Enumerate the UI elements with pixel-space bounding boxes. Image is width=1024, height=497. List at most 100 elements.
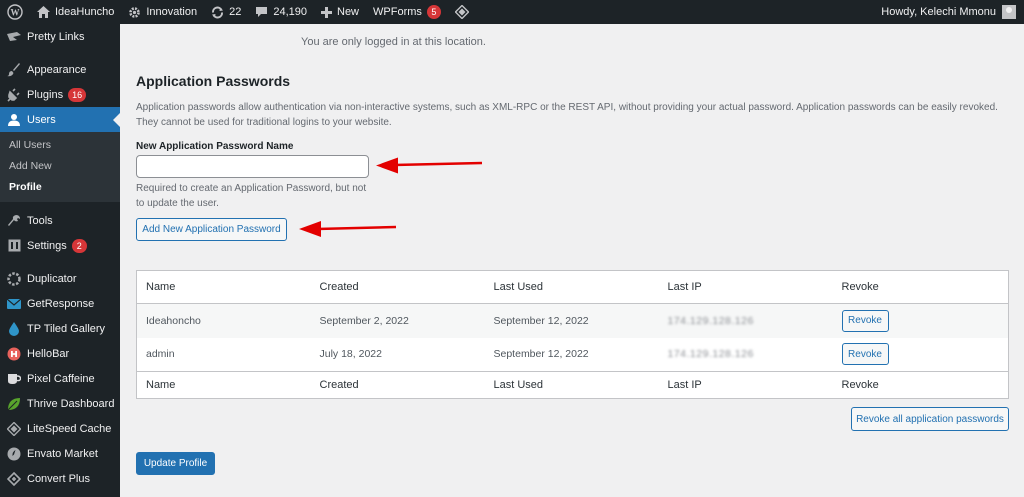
- menu-label: Tools: [27, 214, 53, 227]
- menu-label: LiteSpeed Cache: [27, 422, 112, 435]
- menu-tp-tiled-gallery[interactable]: TP Tiled Gallery: [0, 316, 120, 341]
- column-footer-created: Created: [310, 371, 485, 399]
- submenu-add-new[interactable]: Add New: [0, 156, 120, 177]
- app-password-name-input[interactable]: [136, 155, 369, 178]
- menu-users[interactable]: Users: [0, 107, 120, 132]
- diamond-icon: [454, 5, 469, 19]
- column-header-last-ip: Last IP: [658, 270, 833, 304]
- cell-name: admin: [146, 348, 175, 361]
- revoke-all-button[interactable]: Revoke all application passwords: [851, 407, 1009, 431]
- app-password-name-label: New Application Password Name: [136, 141, 294, 152]
- menu-label: HelloBar: [27, 347, 70, 360]
- new-content-link[interactable]: New: [314, 0, 366, 24]
- submenu-all-users[interactable]: All Users: [0, 135, 120, 156]
- menu-settings[interactable]: Settings 2: [0, 233, 120, 258]
- menu-label: Envato Market: [27, 447, 98, 460]
- update-profile-button[interactable]: Update Profile: [136, 452, 215, 475]
- revoke-button[interactable]: Revoke: [841, 343, 889, 366]
- settings-icon: [7, 239, 21, 253]
- menu-litespeed-cache[interactable]: LiteSpeed Cache: [0, 416, 120, 441]
- column-footer-name: Name: [136, 371, 311, 399]
- updates-link[interactable]: 22: [204, 0, 248, 24]
- revoke-button[interactable]: Revoke: [841, 309, 889, 332]
- site-name-link[interactable]: IdeaHuncho: [30, 0, 121, 24]
- settings-badge: 2: [71, 238, 87, 253]
- cell-name: Ideahoncho: [136, 303, 311, 338]
- cell-last-ip: 174.129.128.126: [659, 338, 833, 372]
- column-footer-last-used: Last Used: [484, 371, 659, 399]
- admin-bar: W IdeaHuncho Innovation 22 24,190 New WP…: [0, 0, 1024, 24]
- cell-revoke: Revoke: [832, 303, 1009, 338]
- customize-label: Innovation: [146, 6, 198, 18]
- menu-thrive-dashboard[interactable]: Thrive Dashboard: [0, 391, 120, 416]
- table-row: admin July 18, 2022 September 12, 2022 1…: [137, 338, 1009, 372]
- menu-label: Convert Plus: [27, 472, 90, 485]
- menu-duplicator[interactable]: Duplicator: [0, 266, 120, 291]
- table-header-row: Name Created Last Used Last IP Revoke: [136, 270, 1009, 304]
- plugin-icon: [7, 87, 21, 102]
- greeting-label: Howdy, Kelechi Mmonu: [881, 6, 996, 18]
- menu-hellobar[interactable]: HelloBar: [0, 341, 120, 366]
- menu-label: Duplicator: [27, 272, 77, 285]
- cell-last-used: September 12, 2022: [493, 348, 589, 361]
- app-password-name-help: Required to create an Application Passwo…: [136, 183, 367, 209]
- column-header-revoke: Revoke: [832, 270, 1009, 304]
- my-account-link[interactable]: Howdy, Kelechi Mmonu: [881, 0, 1024, 24]
- admin-sidebar: Pretty Links Appearance Plugins 16 Users…: [0, 24, 120, 497]
- profile-main: You are only logged in at this location.…: [120, 24, 1024, 497]
- wpforms-label: WPForms: [373, 6, 422, 18]
- section-heading: Application Passwords: [136, 73, 291, 89]
- section-description: Application passwords allow authenticati…: [136, 102, 998, 128]
- submenu-profile[interactable]: Profile: [0, 177, 120, 198]
- menu-pixel-caffeine[interactable]: Pixel Caffeine: [0, 366, 120, 391]
- cell-last-ip: 174.129.128.126: [658, 303, 833, 338]
- add-new-app-password-button[interactable]: Add New Application Password: [136, 218, 287, 241]
- duplicator-icon: [7, 271, 21, 286]
- envato-icon: [7, 447, 21, 461]
- app-passwords-table: Name Created Last Used Last IP Revoke Id…: [136, 270, 1009, 399]
- comment-icon: [255, 6, 268, 18]
- updates-count: 22: [229, 6, 242, 18]
- column-header-created: Created: [310, 270, 485, 304]
- menu-convert-plus[interactable]: Convert Plus: [0, 466, 120, 491]
- menu-pretty-links[interactable]: Pretty Links: [0, 24, 120, 49]
- plus-icon: [321, 6, 332, 18]
- cell-created: July 18, 2022: [319, 348, 382, 361]
- menu-appearance[interactable]: Appearance: [0, 57, 120, 82]
- menu-label: Thrive Dashboard: [27, 397, 115, 410]
- cell-last-used: September 12, 2022: [484, 303, 659, 338]
- menu-tools[interactable]: Tools: [0, 208, 120, 233]
- wpforms-link[interactable]: WPForms 5: [366, 0, 448, 24]
- menu-envato-market[interactable]: Envato Market: [0, 441, 120, 466]
- menu-label: Appearance: [27, 63, 87, 76]
- leaf-icon: [7, 397, 21, 411]
- table-row: Ideahoncho September 2, 2022 September 1…: [136, 303, 1009, 338]
- menu-label: Pixel Caffeine: [27, 372, 95, 385]
- litespeed-link[interactable]: [448, 0, 476, 24]
- home-icon: [37, 6, 50, 18]
- wrench-icon: [7, 214, 21, 228]
- annotation-arrow-icon: [376, 157, 483, 174]
- last-ip-value: 174.129.128.126: [667, 314, 754, 327]
- menu-getresponse[interactable]: GetResponse: [0, 291, 120, 316]
- column-header-name: Name: [136, 270, 311, 304]
- menu-label: Settings: [27, 239, 67, 252]
- star-icon: [7, 30, 21, 44]
- refresh-icon: [211, 6, 224, 19]
- menu-plugins[interactable]: Plugins 16: [0, 82, 120, 107]
- diamond-icon: [7, 421, 21, 436]
- convert-icon: [7, 471, 21, 486]
- annotation-arrow-icon: [299, 221, 397, 237]
- comments-link[interactable]: 24,190: [248, 0, 314, 24]
- wpforms-badge: 5: [426, 5, 441, 19]
- wordpress-logo-icon[interactable]: W: [0, 0, 30, 24]
- customize-link[interactable]: Innovation: [121, 0, 204, 24]
- paintbrush-icon: [7, 62, 21, 77]
- svg-text:W: W: [11, 8, 20, 18]
- plugins-update-badge: 16: [68, 87, 87, 102]
- menu-label: GetResponse: [27, 297, 95, 310]
- menu-label: Users: [27, 113, 56, 126]
- cell-created: September 2, 2022: [310, 303, 485, 338]
- avatar: [1002, 5, 1016, 19]
- mail-icon: [7, 297, 21, 311]
